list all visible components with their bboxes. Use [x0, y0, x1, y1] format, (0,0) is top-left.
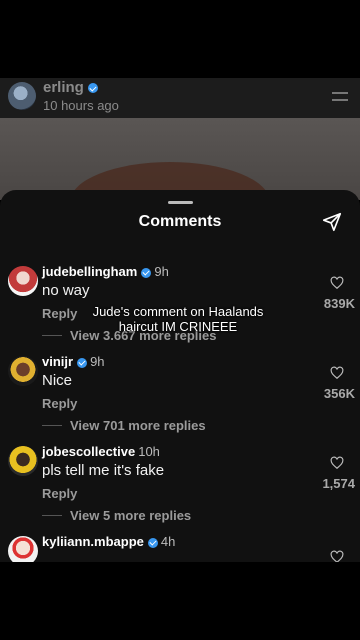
bottom-area [0, 562, 360, 640]
comment-username[interactable]: kyliiann.mbappe 4h [42, 534, 175, 549]
avatar[interactable] [8, 446, 38, 476]
screen: erling 10 hours ago Comments judebelling… [0, 0, 360, 640]
heart-icon[interactable] [330, 456, 344, 470]
comment-item: vinijr 9h Nice Reply View 701 more replie… [0, 354, 360, 444]
reply-button[interactable]: Reply [42, 396, 77, 411]
heart-icon[interactable] [330, 276, 344, 290]
post-header: erling 10 hours ago [0, 78, 360, 118]
avatar[interactable] [8, 536, 38, 562]
reply-button[interactable]: Reply [42, 486, 77, 501]
comment-text: pls tell me it's fake [42, 462, 165, 479]
comment-text: Nice [42, 372, 73, 389]
comment-item: kyliiann.mbappe 4h [0, 534, 360, 562]
drag-handle[interactable] [168, 201, 193, 204]
sheet-title: Comments [138, 213, 222, 230]
verified-badge-icon [147, 537, 158, 548]
avatar[interactable] [8, 356, 38, 386]
reply-button[interactable]: Reply [42, 306, 77, 321]
post-avatar[interactable] [8, 82, 36, 110]
like-count: 839K [323, 296, 355, 311]
avatar[interactable] [8, 266, 38, 296]
overlay-caption: Jude's comment on Haalands haircut IM CR… [92, 304, 264, 334]
comment-text: no way [42, 282, 90, 299]
view-replies-link[interactable]: View 701 more replies [42, 418, 206, 433]
verified-badge-icon [141, 267, 152, 278]
menu-icon[interactable] [332, 92, 348, 102]
heart-icon[interactable] [330, 366, 344, 380]
post-timestamp: 10 hours ago [43, 98, 119, 113]
verified-badge-icon [87, 83, 98, 94]
post-username[interactable]: erling [43, 79, 98, 96]
comment-username[interactable]: judebellingham 9h [42, 264, 169, 279]
like-count: 1,574 [322, 476, 355, 491]
verified-badge-icon [77, 357, 88, 368]
like-count: 356K [323, 386, 355, 401]
view-replies-link[interactable]: View 5 more replies [41, 508, 191, 523]
heart-icon[interactable] [330, 550, 344, 562]
send-icon[interactable] [321, 211, 343, 233]
comment-username[interactable]: jobescollective 10h [42, 444, 160, 459]
comment-item: jobescollective 10h pls tell me it's fake… [0, 444, 360, 534]
comments-sheet: Comments judebellingham 9h no way Reply V… [0, 190, 360, 562]
comment-username[interactable]: vinijr 9h [42, 354, 105, 369]
